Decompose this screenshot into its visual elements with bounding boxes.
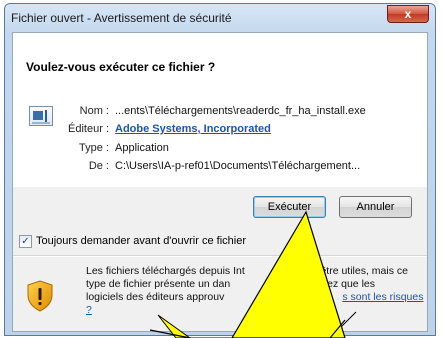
warning-line1-a: Les fichiers téléchargés depuis Int [86, 265, 245, 277]
publisher-link[interactable]: Adobe Systems, Incorporated [115, 123, 271, 135]
security-warning-text: Les fichiers téléchargés depuis Int nt êt… [86, 265, 426, 317]
name-label: Nom : [79, 105, 109, 117]
title-bar[interactable]: Fichier ouvert - Avertissement de sécuri… [5, 4, 435, 32]
warning-line2-b: exécutez que les [296, 278, 375, 290]
close-button[interactable]: x [387, 5, 429, 23]
type-label: Type : [79, 142, 109, 154]
publisher-label: Éditeur : [68, 123, 109, 135]
run-button[interactable]: Exécuter [253, 196, 326, 218]
cancel-button[interactable]: Annuler [339, 196, 412, 218]
dialog-question: Voulez-vous exécuter ce fichier ? [26, 60, 216, 74]
from-label: De : [88, 160, 109, 172]
window-title: Fichier ouvert - Avertissement de sécuri… [11, 11, 232, 25]
divider [13, 255, 427, 257]
warning-line2-a: type de fichier présente un dan [86, 278, 231, 290]
always-ask-checkbox[interactable]: ✓ [19, 235, 32, 248]
warning-line3-a: logiciels des éditeurs approuv [86, 291, 225, 303]
name-value: ...ents\Téléchargements\readerdc_fr_ha_i… [115, 105, 366, 117]
warning-line1-b: nt être utiles, mais ce [308, 265, 408, 277]
type-value: Application [115, 142, 169, 154]
close-icon: x [404, 7, 412, 21]
file-info-panel: Voulez-vous exécuter ce fichier ? Nom : … [13, 33, 427, 187]
dialog-client-area: Voulez-vous exécuter ce fichier ? Nom : … [12, 32, 428, 332]
dialog-window: Fichier ouvert - Avertissement de sécuri… [4, 3, 436, 336]
always-ask-label[interactable]: Toujours demander avant d'ouvrir ce fich… [36, 235, 246, 247]
from-value: C:\Users\IA-p-ref01\Documents\Télécharge… [115, 160, 361, 172]
warning-shield-icon [27, 280, 53, 312]
